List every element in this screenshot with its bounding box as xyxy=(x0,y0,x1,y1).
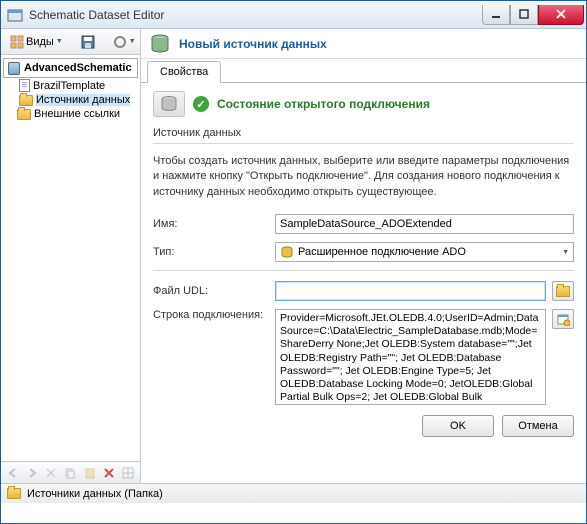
type-row: Тип: Расширенное подключение ADO ▼ xyxy=(153,242,574,262)
maximize-button[interactable] xyxy=(510,5,538,25)
chevron-down-icon: ▼ xyxy=(562,249,569,256)
ok-button[interactable]: OK xyxy=(422,415,494,437)
folder-open-icon xyxy=(556,286,570,297)
app-icon xyxy=(7,7,23,23)
tree-item-external[interactable]: Внешние ссылки xyxy=(3,107,138,121)
tab-properties[interactable]: Свойства xyxy=(147,61,221,83)
tree-item-template[interactable]: BrazilTemplate xyxy=(3,78,138,93)
left-toolbar: Виды ▼ ▼ xyxy=(1,29,140,55)
name-input[interactable] xyxy=(275,214,574,234)
datasource-icon xyxy=(149,33,171,55)
name-label: Имя: xyxy=(153,218,269,230)
close-button[interactable] xyxy=(538,5,584,25)
type-select[interactable]: Расширенное подключение ADO ▼ xyxy=(275,242,574,262)
tool-dropdown[interactable]: ▼ xyxy=(108,32,141,52)
bottom-toolbar xyxy=(1,461,140,483)
copy-icon xyxy=(63,465,78,481)
right-header: Новый источник данных xyxy=(141,29,586,59)
delete-icon[interactable] xyxy=(101,465,116,481)
build-connstr-button[interactable] xyxy=(552,309,574,329)
tree-label: Источники данных xyxy=(36,94,130,106)
separator xyxy=(153,270,574,271)
tree-label: AdvancedSchematic xyxy=(24,62,132,74)
button-row: OK Отмена xyxy=(153,415,574,437)
udl-input[interactable] xyxy=(275,281,546,301)
folder-icon xyxy=(19,95,33,106)
minimize-button[interactable] xyxy=(482,5,510,25)
connstr-row: Строка подключения: xyxy=(153,309,574,405)
browse-udl-button[interactable] xyxy=(552,281,574,301)
group-label: Источник данных xyxy=(153,127,574,139)
tree-root[interactable]: AdvancedSchematic xyxy=(3,58,138,78)
titlebar: Schematic Dataset Editor xyxy=(1,1,586,29)
check-icon: ✓ xyxy=(193,96,209,112)
separator xyxy=(153,143,574,144)
grid-icon xyxy=(121,465,136,481)
statusbar: Источники данных (Папка) xyxy=(1,483,586,503)
connstr-input[interactable] xyxy=(275,309,546,405)
udl-label: Файл UDL: xyxy=(153,285,269,297)
nav-fwd-icon xyxy=(24,465,39,481)
save-button[interactable] xyxy=(76,32,100,52)
views-label: Виды xyxy=(26,36,54,48)
connstr-label: Строка подключения: xyxy=(153,309,269,321)
tab-row: Свойства xyxy=(141,59,586,83)
description-text: Чтобы создать источник данных, выберите … xyxy=(153,154,574,200)
properties-panel: ✓ Состояние открытого подключения Источн… xyxy=(141,83,586,483)
nav-back-icon xyxy=(5,465,20,481)
chevron-down-icon: ▼ xyxy=(129,38,136,45)
folder-icon xyxy=(17,109,31,120)
right-pane: Новый источник данных Свойства ✓ Состоян… xyxy=(141,29,586,483)
left-pane: Виды ▼ ▼ AdvancedSchematic BrazilTemplat… xyxy=(1,29,141,483)
status-text: Состояние открытого подключения xyxy=(217,97,430,111)
tree-view[interactable]: AdvancedSchematic BrazilTemplate Источни… xyxy=(1,55,140,461)
window-title: Schematic Dataset Editor xyxy=(29,8,482,22)
tree-label: Внешние ссылки xyxy=(34,108,120,120)
type-label: Тип: xyxy=(153,246,269,258)
folder-icon xyxy=(7,488,21,499)
udl-row: Файл UDL: xyxy=(153,281,574,301)
tree-item-datasources[interactable]: Источники данных xyxy=(3,93,138,107)
paste-icon xyxy=(82,465,97,481)
document-icon xyxy=(19,79,30,92)
cancel-button[interactable]: Отмена xyxy=(502,415,574,437)
name-row: Имя: xyxy=(153,214,574,234)
statusbar-text: Источники данных (Папка) xyxy=(27,488,163,500)
new-datasource-link[interactable]: Новый источник данных xyxy=(179,37,327,51)
window-buttons xyxy=(482,5,584,25)
type-value: Расширенное подключение ADO xyxy=(298,246,466,258)
status-row: ✓ Состояние открытого подключения xyxy=(153,91,574,117)
tree-label: BrazilTemplate xyxy=(33,80,105,92)
database-icon xyxy=(8,62,20,75)
cut-icon xyxy=(44,465,59,481)
chevron-down-icon: ▼ xyxy=(56,38,63,45)
views-dropdown[interactable]: Виды ▼ xyxy=(5,32,68,52)
connection-icon xyxy=(280,245,294,259)
status-icon-box xyxy=(153,91,185,117)
